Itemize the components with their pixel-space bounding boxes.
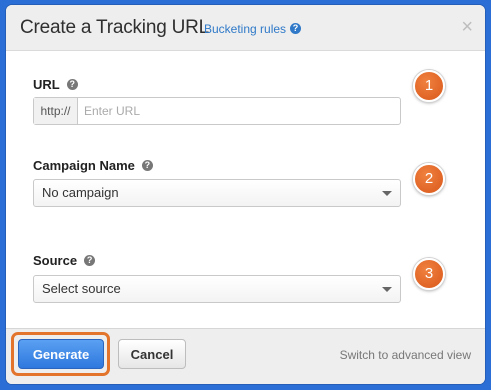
step-badge-1: 1 [413,70,445,102]
generate-button[interactable]: Generate [18,339,104,369]
url-input[interactable] [78,98,390,124]
url-input-group: http:// [33,97,401,125]
tracking-url-dialog: Create a Tracking URL Bucketing rules ? … [6,5,485,384]
campaign-label-text: Campaign Name [33,158,135,173]
campaign-select[interactable]: No campaign [33,179,401,207]
step-badge-3: 3 [413,258,445,290]
source-selected-value: Select source [42,281,121,296]
dialog-footer: Generate Cancel Switch to advanced view [6,328,485,384]
bucketing-rules-link[interactable]: Bucketing rules [204,22,286,36]
url-prefix: http:// [34,98,78,124]
url-label: URL? [33,77,78,92]
dialog-title: Create a Tracking URL [20,17,210,38]
bucketing-help-icon[interactable]: ? [290,23,301,34]
chevron-down-icon [382,287,392,292]
url-help-icon[interactable]: ? [66,79,78,91]
source-label: Source? [33,253,96,268]
campaign-selected-value: No campaign [42,185,119,200]
source-help-icon[interactable]: ? [84,255,96,267]
url-label-text: URL [33,77,60,92]
close-icon[interactable]: × [461,16,473,39]
step-badge-2: 2 [413,163,445,195]
cancel-button[interactable]: Cancel [118,339,186,369]
source-label-text: Source [33,253,78,268]
campaign-label: Campaign Name? [33,158,153,173]
chevron-down-icon [382,191,392,196]
campaign-help-icon[interactable]: ? [141,160,153,172]
source-select[interactable]: Select source [33,275,401,303]
dialog-header: Create a Tracking URL Bucketing rules ? … [6,5,485,51]
advanced-view-link[interactable]: Switch to advanced view [340,348,471,362]
